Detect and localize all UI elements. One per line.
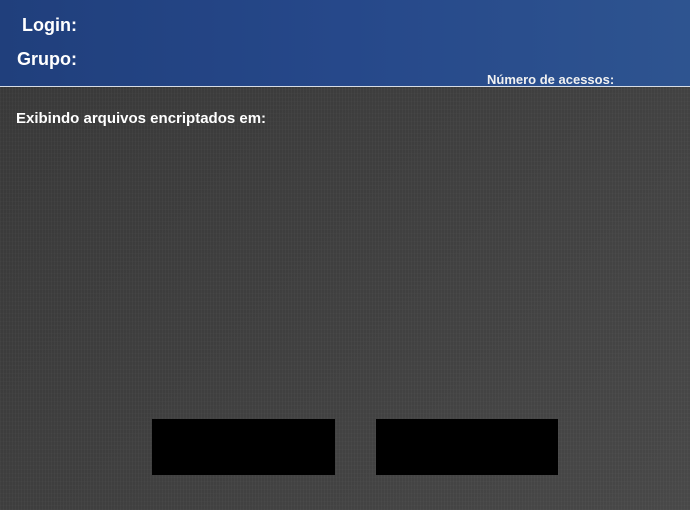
access-count-label: Número de acessos: [487, 73, 615, 87]
login-label: Login: [22, 15, 77, 35]
encrypted-files-title: Exibindo arquivos encriptados em: [16, 110, 267, 127]
group-label: Grupo: [17, 49, 77, 69]
left-action-button[interactable] [152, 419, 335, 475]
header-bar: Login: Grupo: Número de acessos: [0, 0, 690, 87]
right-action-button[interactable] [376, 419, 558, 475]
